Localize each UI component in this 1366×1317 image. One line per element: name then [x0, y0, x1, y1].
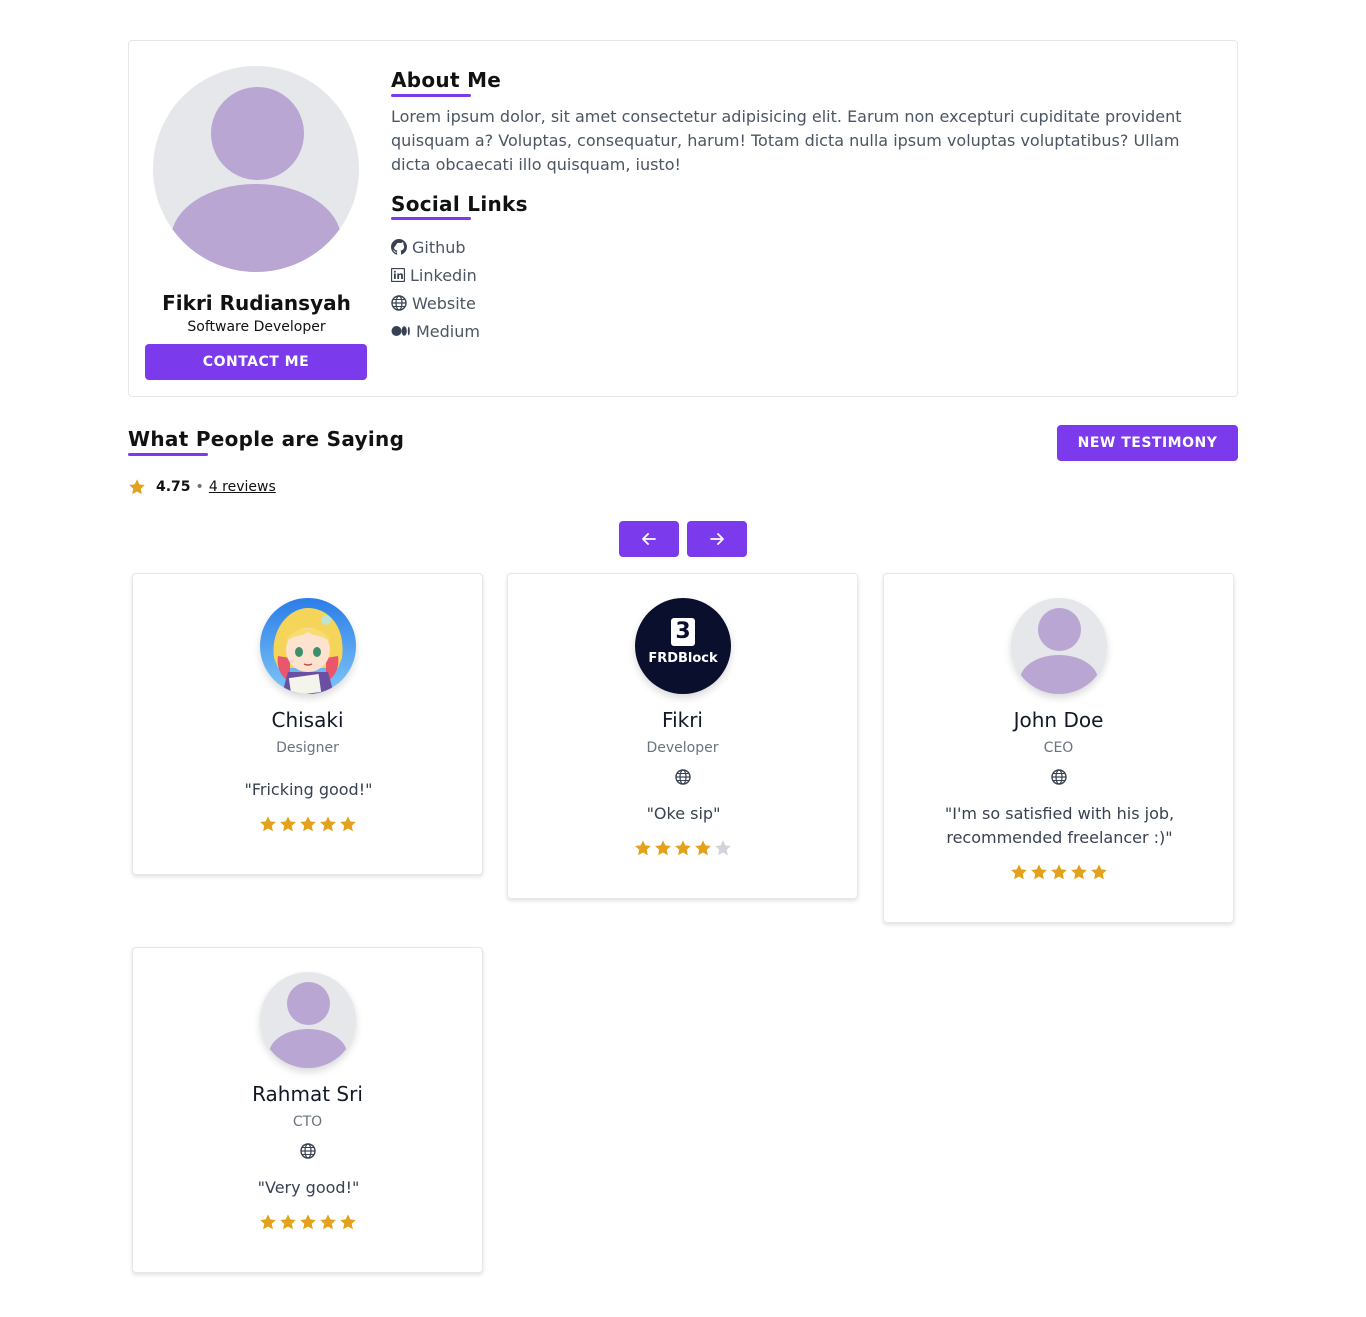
next-button[interactable]	[687, 521, 747, 557]
testimonial-name: Chisaki	[271, 708, 344, 732]
testimonial-website-link[interactable]	[884, 769, 1233, 785]
star-filled-icon	[259, 816, 276, 832]
testimonial-role: Designer	[276, 740, 339, 756]
star-filled-icon	[1050, 864, 1067, 880]
star-filled-icon	[299, 816, 316, 832]
testimonial-stars	[133, 815, 482, 833]
github-icon	[391, 239, 407, 255]
star-filled-icon	[1090, 864, 1107, 880]
avatar-body	[269, 1029, 347, 1068]
default-user-avatar	[1011, 598, 1107, 694]
anime-character-image	[260, 598, 356, 694]
profile-role: Software Developer	[187, 319, 326, 335]
star-filled-icon	[674, 840, 691, 856]
social-heading-underline	[391, 217, 471, 220]
default-user-avatar	[260, 972, 356, 1068]
testimonial-card: John Doe CEO "I'm so satisfied with his …	[883, 573, 1234, 923]
social-link-website[interactable]: Website	[391, 289, 480, 317]
testimonial-card: Chisaki Designer "Fricking good!"	[132, 573, 483, 875]
testimonial-quote: "I'm so satisfied with his job, recommen…	[944, 804, 1175, 847]
frdblock-logo-text: FRDBlock	[648, 651, 718, 666]
new-testimony-button[interactable]: NEW TESTIMONY	[1057, 425, 1238, 461]
globe-icon	[1050, 769, 1067, 785]
social-link-medium[interactable]: Medium	[391, 317, 480, 345]
arrow-right-icon	[710, 533, 724, 545]
testimonial-stars	[133, 1213, 482, 1231]
avatar-body	[1020, 655, 1098, 694]
about-text: Lorem ipsum dolor, sit amet consectetur …	[391, 107, 1182, 174]
avatar-head	[211, 87, 304, 180]
about-heading: About Me	[391, 68, 502, 92]
prev-button[interactable]	[619, 521, 679, 557]
testimonial-role: CEO	[1043, 740, 1074, 756]
testimonial-quote: "Fricking good!"	[244, 780, 373, 799]
contact-me-button[interactable]: CONTACT ME	[145, 344, 367, 380]
testimonial-stars	[508, 839, 857, 857]
profile-name: Fikri Rudiansyah	[162, 291, 351, 315]
star-filled-icon	[279, 1214, 296, 1230]
social-heading: Social Links	[391, 192, 528, 216]
globe-icon	[299, 1143, 316, 1159]
avatar-head	[287, 982, 330, 1025]
star-filled-icon	[339, 1214, 356, 1230]
profile-avatar	[153, 66, 359, 272]
rating-value: 4.75	[156, 479, 191, 495]
star-filled-icon	[1030, 864, 1047, 880]
testimonial-card: Rahmat Sri CTO "Very good!"	[132, 947, 483, 1273]
testimonial-name: John Doe	[1013, 708, 1104, 732]
testimonial-website-link[interactable]	[133, 1143, 482, 1159]
testimonial-quote: "Very good!"	[257, 1178, 360, 1197]
star-filled-icon	[259, 1214, 276, 1230]
star-filled-icon	[319, 1214, 336, 1230]
social-link-github[interactable]: Github	[391, 233, 480, 261]
reviews-link[interactable]: 4 reviews	[209, 479, 276, 495]
globe-icon	[391, 295, 407, 311]
arrow-left-icon	[642, 533, 656, 545]
testimonial-website-link[interactable]	[508, 769, 857, 785]
star-empty-icon	[714, 840, 731, 856]
social-link-linkedin[interactable]: Linkedin	[391, 261, 480, 289]
star-filled-icon	[1070, 864, 1087, 880]
testimonials-heading: What People are Saying	[128, 427, 405, 451]
social-link-label: Github	[412, 237, 466, 257]
star-filled-icon	[279, 816, 296, 832]
frdblock-logo-mark: 3	[671, 618, 695, 646]
star-filled-icon	[339, 816, 356, 832]
medium-icon	[391, 326, 410, 336]
star-filled-icon	[634, 840, 651, 856]
social-link-label: Medium	[416, 321, 480, 341]
star-filled-icon	[694, 840, 711, 856]
globe-icon	[674, 769, 691, 785]
star-filled-icon	[654, 840, 671, 856]
rating-summary: 4.75 • 4 reviews	[128, 476, 276, 498]
testimonial-card: 3 FRDBlock Fikri Developer "Oke sip"	[507, 573, 858, 899]
social-link-label: Linkedin	[410, 265, 477, 285]
anime-character-avatar	[260, 598, 356, 694]
linkedin-icon	[391, 268, 405, 282]
testimonial-name: Rahmat Sri	[252, 1082, 363, 1106]
about-heading-underline	[391, 94, 471, 97]
testimonial-name: Fikri	[662, 708, 703, 732]
social-link-label: Website	[412, 293, 476, 313]
star-filled-icon	[1010, 864, 1027, 880]
avatar-body	[171, 184, 341, 272]
testimonial-role: CTO	[292, 1114, 323, 1130]
testimonial-stars	[884, 863, 1233, 881]
testimonial-role: Developer	[646, 740, 719, 756]
star-icon	[129, 479, 145, 495]
testimonial-quote: "Oke sip"	[646, 804, 721, 823]
rating-separator: •	[195, 479, 204, 495]
star-filled-icon	[319, 816, 336, 832]
star-filled-icon	[299, 1214, 316, 1230]
testimonials-heading-underline	[128, 453, 208, 456]
frdblock-logo-avatar: 3 FRDBlock	[635, 598, 731, 694]
profile-card: Fikri Rudiansyah Software Developer CONT…	[128, 40, 1238, 397]
social-links-list: Github Linkedin Website Medium	[391, 233, 480, 345]
avatar-head	[1038, 608, 1081, 651]
